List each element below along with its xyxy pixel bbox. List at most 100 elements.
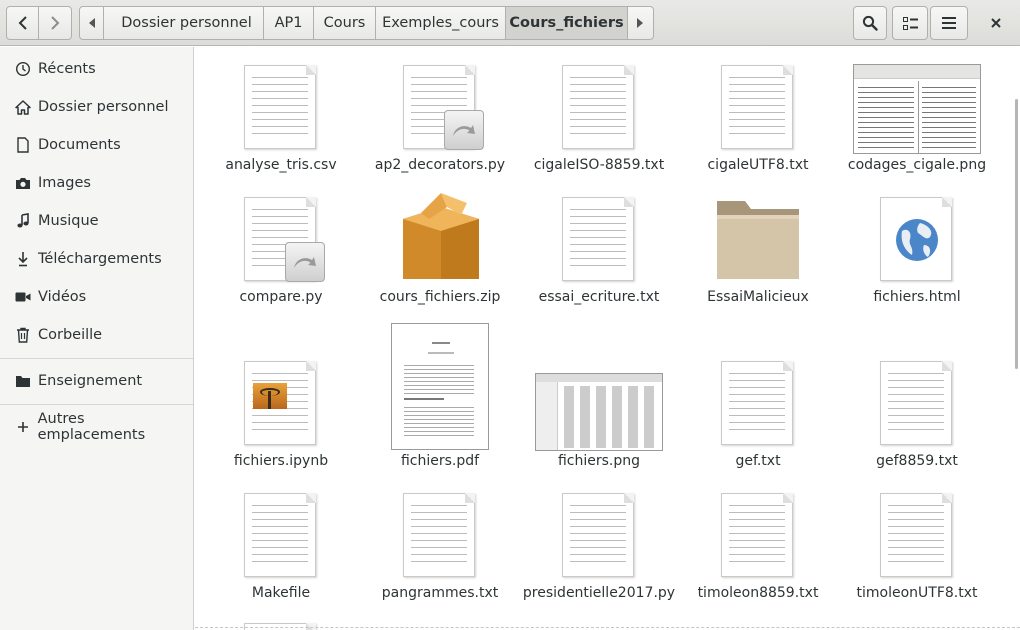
file-item-pangrammes-txt[interactable]: pangrammes.txt	[361, 487, 519, 607]
file-label: presidentielle2017.py	[522, 585, 676, 601]
image-thumbnail-icon	[535, 373, 663, 451]
back-button[interactable]	[7, 7, 40, 39]
hamburger-menu-icon	[942, 17, 956, 29]
file-item-essaimalicieux[interactable]: EssaiMalicieux	[679, 193, 837, 313]
home-icon	[15, 99, 31, 115]
tree-image-icon	[253, 383, 287, 409]
file-item-analyse-tris-csv[interactable]: analyse_tris.csv	[202, 61, 360, 181]
file-label: pangrammes.txt	[381, 585, 499, 601]
breadcrumb-item-label: Cours	[323, 15, 366, 31]
file-item-compare-py[interactable]: compare.py	[202, 193, 360, 313]
file-item-codages-cigale-png[interactable]: codages_cigale.png	[838, 61, 996, 181]
close-button[interactable]	[978, 6, 1014, 40]
file-label: cigaleUTF8.txt	[707, 157, 809, 173]
sidebar-item-images[interactable]: Images	[0, 164, 193, 202]
sidebar-item-musique[interactable]: Musique	[0, 202, 193, 240]
file-item-cours-fichiers-zip[interactable]: cours_fichiers.zip	[361, 193, 519, 313]
sidebar-item-telechargements[interactable]: Téléchargements	[0, 240, 193, 278]
view-toggle-button[interactable]	[892, 6, 928, 40]
sidebar-item-label: Enseignement	[38, 373, 143, 389]
file-item-gef8859-txt[interactable]: gef8859.txt	[838, 323, 996, 473]
file-label: essai_ecriture.txt	[538, 289, 660, 305]
menu-button[interactable]	[930, 6, 968, 40]
close-icon	[991, 18, 1001, 28]
file-label: cigaleISO-8859.txt	[533, 157, 665, 173]
file-item-presidentielle2017-py[interactable]: presidentielle2017.py	[520, 487, 678, 607]
scrollbar[interactable]	[1015, 99, 1018, 369]
sidebar-item-recents[interactable]: Récents	[0, 50, 193, 88]
archive-box-icon	[403, 193, 479, 279]
breadcrumb-item-exemples-cours[interactable]: Exemples_cours	[376, 7, 506, 39]
chevron-left-icon	[18, 16, 27, 30]
file-label: codages_cigale.png	[847, 157, 987, 173]
plus-icon	[15, 419, 31, 435]
breadcrumb-item-label: Exemples_cours	[382, 15, 499, 31]
file-label: fichiers.pdf	[400, 453, 480, 469]
file-item-cigaleiso-8859-txt[interactable]: cigaleISO-8859.txt	[520, 61, 678, 181]
music-icon	[15, 213, 31, 229]
sidebar-separator	[0, 404, 193, 405]
breadcrumb-item-label: Cours_fichiers	[509, 15, 624, 31]
file-label: analyse_tris.csv	[225, 157, 337, 173]
document-icon	[15, 137, 31, 153]
text-file-icon	[562, 493, 634, 577]
file-label: gef8859.txt	[876, 453, 958, 469]
text-file-icon	[244, 65, 316, 149]
file-label: timoleon8859.txt	[697, 585, 819, 601]
file-item-cigaleutf8-txt[interactable]: cigaleUTF8.txt	[679, 61, 837, 181]
breadcrumb-item-label: AP1	[274, 15, 303, 31]
sidebar-item-corbeille[interactable]: Corbeille	[0, 316, 193, 354]
search-button[interactable]	[853, 6, 887, 40]
text-file-icon	[880, 361, 952, 445]
file-view: analyse_tris.csv ap2_decorators.py cigal…	[195, 47, 1020, 630]
breadcrumb-item-ap1[interactable]: AP1	[264, 7, 314, 39]
sidebar-separator	[0, 358, 193, 359]
sidebar-item-label: Autres emplacements	[37, 411, 146, 443]
drop-indicator	[195, 627, 1020, 628]
file-item-fichiers-png[interactable]: fichiers.png	[520, 323, 678, 473]
file-item-makefile[interactable]: Makefile	[202, 487, 360, 607]
breadcrumb-item-home[interactable]: Dossier personnel	[104, 7, 264, 39]
text-file-icon	[244, 493, 316, 577]
text-file-icon	[880, 493, 952, 577]
file-label: cours_fichiers.zip	[379, 289, 501, 305]
sidebar-item-documents[interactable]: Documents	[0, 126, 193, 164]
breadcrumb-item-cours-fichiers[interactable]: Cours_fichiers	[506, 7, 628, 39]
folder-icon	[717, 201, 799, 279]
file-item-essai-ecriture-txt[interactable]: essai_ecriture.txt	[520, 193, 678, 313]
forward-button[interactable]	[39, 7, 71, 39]
file-item-ap2-decorators-py[interactable]: ap2_decorators.py	[361, 61, 519, 181]
file-item-timoleonutf8-txt[interactable]: timoleonUTF8.txt	[838, 487, 996, 607]
sidebar-item-label: Corbeille	[38, 327, 103, 343]
sidebar-item-label: Images	[38, 175, 91, 191]
file-label: fichiers.ipynb	[233, 453, 329, 469]
file-label: fichiers.png	[557, 453, 641, 469]
sidebar-item-label: Récents	[38, 61, 96, 77]
text-file-icon	[721, 361, 793, 445]
sidebar-item-home[interactable]: Dossier personnel	[0, 88, 193, 126]
file-item-fichiers-pdf[interactable]: fichiers.pdf	[361, 323, 519, 473]
breadcrumb-item-cours[interactable]: Cours	[314, 7, 376, 39]
text-file-icon	[721, 493, 793, 577]
pdf-thumbnail-icon	[391, 323, 489, 450]
triangle-right-icon	[637, 18, 643, 28]
breadcrumb-item-label: Dossier personnel	[121, 15, 252, 31]
file-item-gef-txt[interactable]: gef.txt	[679, 323, 837, 473]
file-item-fichiers-ipynb[interactable]: fichiers.ipynb	[202, 323, 360, 473]
breadcrumb-scroll-right-button[interactable]	[628, 7, 652, 39]
list-view-icon	[902, 16, 918, 30]
sidebar-item-autres-emplacements[interactable]: Autres emplacements	[0, 408, 193, 446]
file-label: compare.py	[239, 289, 323, 305]
sidebar-item-videos[interactable]: Vidéos	[0, 278, 193, 316]
breadcrumb: Dossier personnel AP1 Cours Exemples_cou…	[79, 6, 654, 40]
breadcrumb-scroll-left-button[interactable]	[80, 7, 104, 39]
text-file-icon	[562, 65, 634, 149]
sidebar-item-label: Vidéos	[38, 289, 87, 305]
file-item-fichiers-html[interactable]: fichiers.html	[838, 193, 996, 313]
sidebar-item-enseignement[interactable]: Enseignement	[0, 362, 193, 400]
sidebar-item-label: Dossier personnel	[38, 99, 169, 115]
image-thumbnail-icon	[853, 64, 981, 154]
script-badge-icon	[444, 110, 484, 150]
file-item-timoleon8859-txt[interactable]: timoleon8859.txt	[679, 487, 837, 607]
text-file-icon	[562, 197, 634, 281]
